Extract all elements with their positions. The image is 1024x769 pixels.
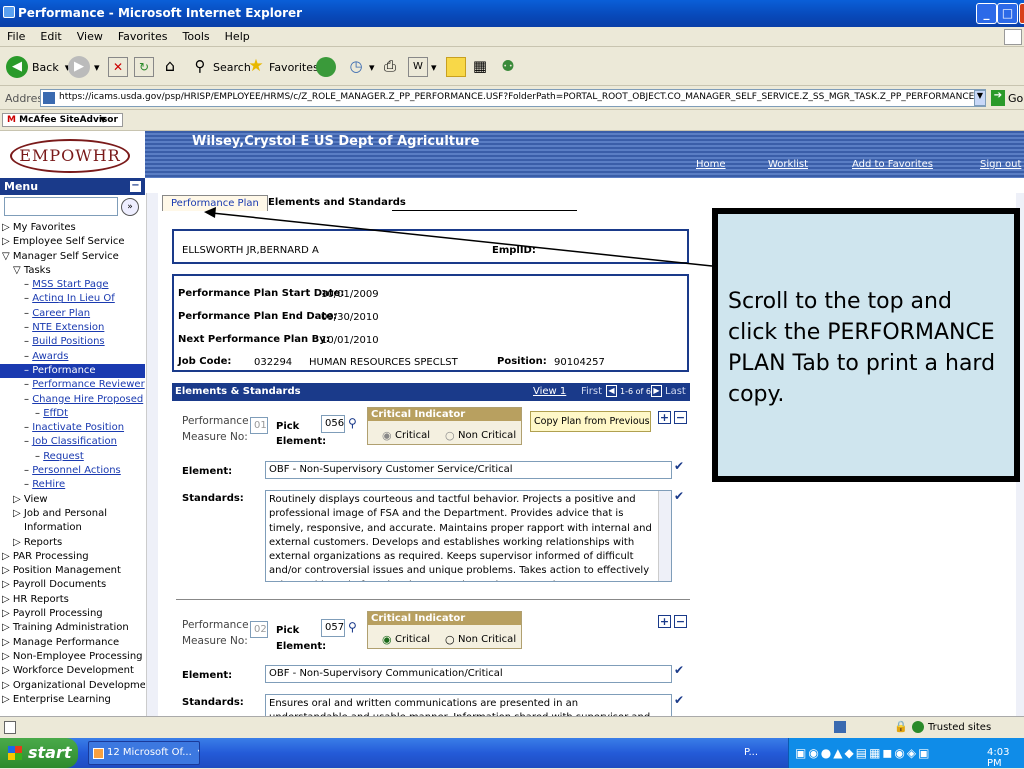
- ie-icon: [3, 6, 15, 18]
- taskbar-item-p[interactable]: P...: [744, 747, 758, 758]
- folder-button[interactable]: [446, 54, 469, 80]
- forward-arrow-icon: ▶: [68, 56, 90, 78]
- menu-help[interactable]: Help: [218, 27, 258, 43]
- zone-icon: [834, 721, 846, 733]
- close-button[interactable]: ×: [1019, 3, 1024, 24]
- search-icon: ⚲: [194, 57, 206, 75]
- toolbar: ◀ Back▾ ▶▾ ✕ ↻ ⌂ ⚲ Search ★ Favorites ◷▾…: [0, 48, 1024, 86]
- mcafee-icon: M: [7, 115, 16, 125]
- media-button[interactable]: [316, 54, 340, 80]
- research-button[interactable]: ▦: [470, 54, 493, 80]
- start-button[interactable]: start: [0, 738, 78, 768]
- menu-view[interactable]: View: [70, 27, 111, 43]
- messenger-icon: ⚉: [501, 57, 515, 75]
- research-icon: ▦: [472, 57, 488, 75]
- refresh-icon: ↻: [134, 57, 154, 77]
- history-icon: ◷: [349, 57, 363, 75]
- edit-button[interactable]: W ▾: [408, 54, 437, 80]
- menu-bar: File Edit View Favorites Tools Help: [0, 27, 1024, 47]
- taskbar-item[interactable]: 12 Microsoft Of...▾: [88, 741, 200, 765]
- home-icon: ⌂: [164, 56, 176, 75]
- maximize-button[interactable]: □: [997, 3, 1018, 24]
- taskbar: start 12 Microsoft Of...▾ P... ▣◉●▲◆▤▦◼◉…: [0, 738, 1024, 769]
- forward-button[interactable]: ▶ ▾: [68, 54, 100, 80]
- page-icon: [43, 92, 55, 104]
- stop-button[interactable]: ✕: [108, 54, 131, 80]
- mcafee-toolbar: M McAfee SiteAdvisor ▼: [0, 111, 1024, 131]
- address-input[interactable]: https://icams.usda.gov/psp/HRISP/EMPLOYE…: [40, 89, 986, 107]
- address-bar: Address https://icams.usda.gov/psp/HRISP…: [0, 86, 1024, 110]
- back-arrow-icon: ◀: [6, 56, 28, 78]
- mcafee-dropdown-icon[interactable]: ▼: [100, 115, 106, 124]
- stop-icon: ✕: [108, 57, 128, 77]
- edit-page-icon: W: [408, 57, 428, 77]
- menu-file[interactable]: File: [0, 27, 33, 43]
- minimize-button[interactable]: _: [976, 3, 997, 24]
- clock: 4:03 PM: [987, 747, 1010, 769]
- zone-label: Trusted sites: [928, 722, 992, 733]
- menu-tools[interactable]: Tools: [176, 27, 218, 43]
- page-status-icon: [4, 721, 16, 734]
- media-icon: [316, 57, 336, 77]
- address-url: https://icams.usda.gov/psp/HRISP/EMPLOYE…: [59, 92, 986, 102]
- go-button[interactable]: Go: [1008, 92, 1023, 105]
- instruction-callout: Scroll to the top and click the PERFORMA…: [712, 208, 1020, 482]
- tray-icons[interactable]: ▣◉●▲◆▤▦◼◉◈▣: [795, 746, 931, 760]
- messenger-button[interactable]: ⚉: [498, 54, 521, 80]
- search-button[interactable]: ⚲ Search: [190, 54, 251, 80]
- print-button[interactable]: ⎙: [380, 54, 403, 80]
- favorites-label: Favorites: [269, 60, 319, 74]
- windows-flag-icon: [1004, 29, 1022, 45]
- lock-icon: 🔒: [894, 720, 908, 733]
- menu-favorites[interactable]: Favorites: [111, 27, 176, 43]
- favorites-button[interactable]: ★ Favorites: [246, 54, 319, 80]
- trusted-check-icon: [912, 721, 924, 733]
- window-title-bar: Performance - Microsoft Internet Explore…: [0, 0, 1024, 27]
- window-title: Performance - Microsoft Internet Explore…: [18, 6, 303, 20]
- print-icon: ⎙: [383, 57, 396, 75]
- menu-edit[interactable]: Edit: [33, 27, 69, 43]
- star-icon: ★: [248, 56, 264, 76]
- folder-icon: [446, 57, 466, 77]
- system-tray: ▣◉●▲◆▤▦◼◉◈▣ 4:03 PM: [788, 738, 1024, 769]
- history-button[interactable]: ◷ ▾: [346, 54, 374, 80]
- back-label: Back: [32, 60, 59, 74]
- windows-logo-icon: [8, 746, 22, 760]
- address-dropdown-icon[interactable]: ▼: [974, 90, 986, 106]
- go-arrow-icon[interactable]: ➔: [991, 90, 1005, 106]
- status-bar: 🔒 Trusted sites: [0, 716, 1024, 738]
- refresh-button[interactable]: ↻: [134, 54, 157, 80]
- back-button[interactable]: ◀ Back▾: [6, 54, 70, 80]
- home-button[interactable]: ⌂: [160, 54, 183, 80]
- office-icon: [93, 748, 104, 759]
